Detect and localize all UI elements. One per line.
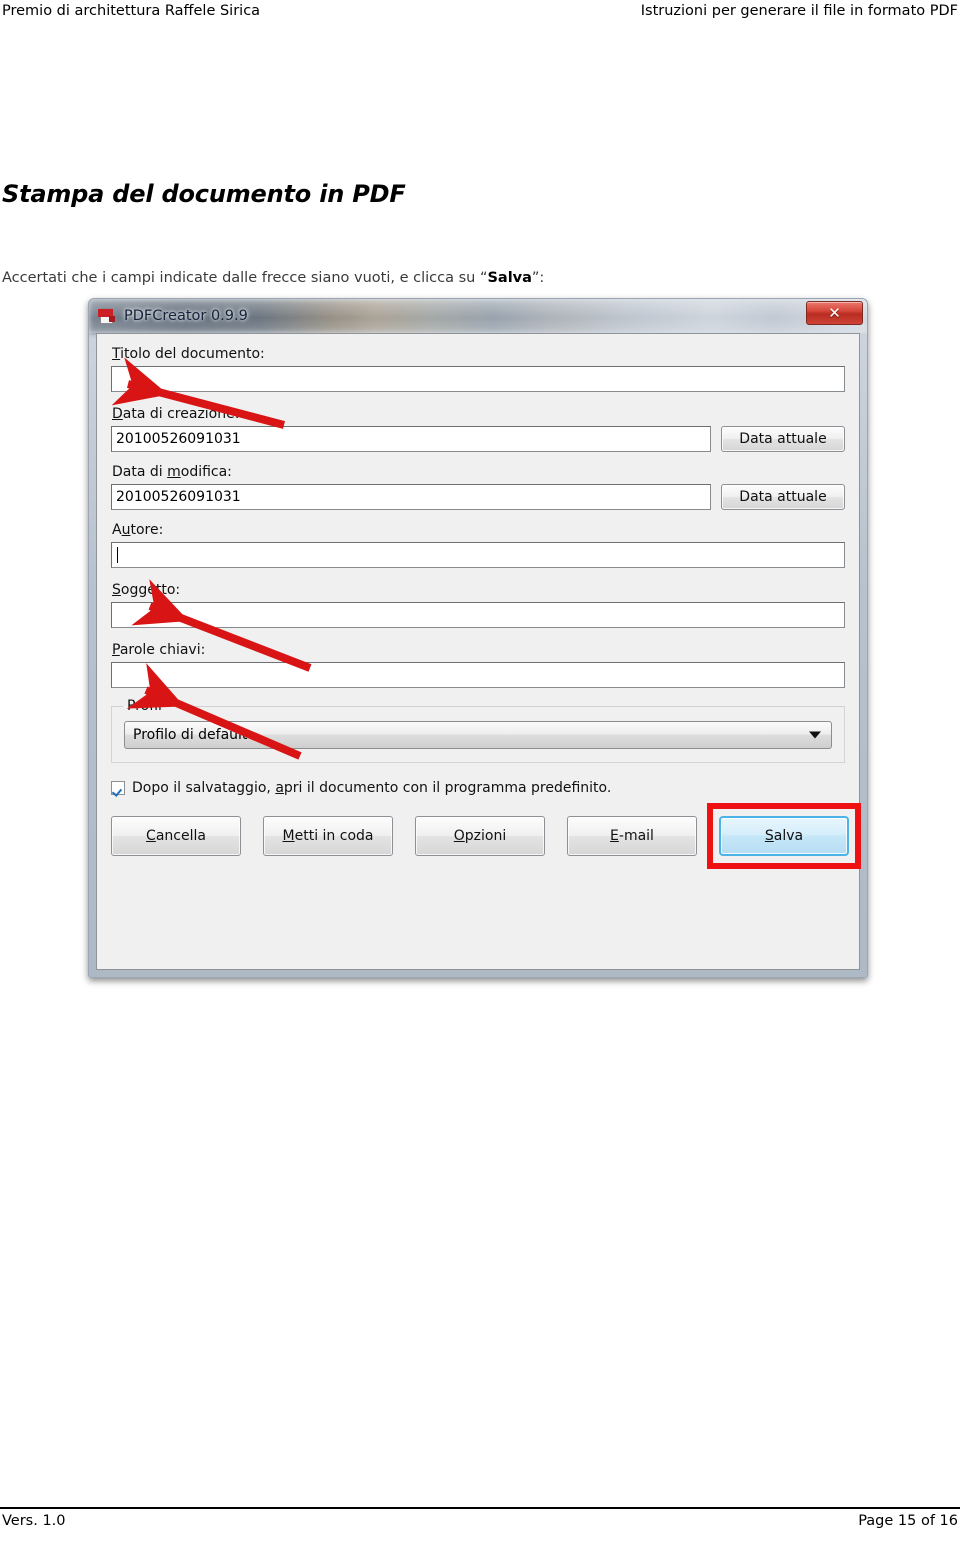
close-icon[interactable]: ✕ (806, 301, 863, 325)
chevron-down-icon (809, 731, 821, 739)
label-autore: Autore: (112, 522, 845, 538)
text-caret (117, 547, 118, 563)
label-data-creazione-text: ata di creazione: (122, 406, 240, 422)
data-creazione-value: 20100526091031 (116, 431, 241, 447)
salva-button[interactable]: Salva (719, 816, 849, 856)
data-attuale-creazione-button[interactable]: Data attuale (721, 426, 845, 452)
profil-groupbox: Profil Profilo di default (111, 698, 845, 763)
header-right-text: Istruzioni per generare il file in forma… (640, 3, 958, 19)
label-titolo-text: itolo del documento: (120, 346, 265, 362)
cancella-label: ancella (155, 828, 206, 844)
open-after-save-label-accel: a (275, 780, 284, 796)
cancella-accel: C (146, 828, 156, 844)
label-autore-prefix: A (112, 522, 122, 538)
data-attuale-modifica-button[interactable]: Data attuale (721, 484, 845, 510)
profile-select-value: Profilo di default (133, 727, 248, 743)
window-frame: PDFCreator 0.9.9 ✕ Titolo del documento:… (88, 298, 868, 978)
dialog-client-area: Titolo del documento: Data di creazione:… (96, 333, 861, 970)
salva-accel: S (764, 828, 774, 844)
profile-select[interactable]: Profilo di default (124, 721, 832, 749)
label-data-creazione-accel: D (112, 406, 123, 422)
label-titolo: Titolo del documento: (112, 346, 845, 362)
label-data-modifica-accel: m (167, 464, 181, 480)
email-label: -mail (618, 828, 654, 844)
label-titolo-accel: T (112, 346, 121, 362)
open-after-save-label: Dopo il salvataggio, apri il documento c… (132, 780, 611, 796)
soggetto-input[interactable] (111, 602, 845, 628)
email-button[interactable]: E-mail (567, 816, 697, 856)
label-data-modifica-text: odifica: (180, 464, 232, 480)
profil-groupbox-legend: Profil (123, 698, 166, 714)
footer-divider (0, 1507, 960, 1509)
open-after-save-checkbox[interactable] (111, 781, 125, 795)
email-accel: E (610, 828, 619, 844)
page-title: Stampa del documento in PDF (2, 180, 406, 209)
intro-text-before: Accertati che i campi indicate dalle fre… (2, 269, 488, 286)
label-data-creazione: Data di creazione: (112, 406, 845, 422)
label-parole-chiavi: Parole chiavi: (112, 642, 845, 658)
footer-version: Vers. 1.0 (2, 1513, 66, 1529)
pdfcreator-dialog-screenshot: PDFCreator 0.9.9 ✕ Titolo del documento:… (88, 298, 868, 978)
intro-text-after: ”: (531, 269, 545, 286)
open-after-save-label-prefix: Dopo il salvataggio, (132, 780, 276, 796)
metti-in-coda-label: etti in coda (294, 828, 374, 844)
data-modifica-row: 20100526091031 Data attuale (111, 484, 845, 510)
cancella-button[interactable]: Cancella (111, 816, 241, 856)
page-footer: Vers. 1.0 Page 15 of 16 (0, 1501, 960, 1561)
salva-button-wrapper: Salva (707, 803, 861, 869)
metti-in-coda-accel: M (282, 828, 295, 844)
pdf-document-icon (98, 307, 116, 325)
parole-chiavi-input[interactable] (111, 662, 845, 688)
title-bar[interactable]: PDFCreator 0.9.9 ✕ (89, 299, 867, 333)
data-modifica-input[interactable]: 20100526091031 (111, 484, 711, 510)
header-left-text: Premio di architettura Raffele Sirica (2, 3, 261, 19)
label-data-modifica-prefix: Data di (112, 464, 168, 480)
label-soggetto-text: oggetto: (120, 582, 181, 598)
data-modifica-value: 20100526091031 (116, 489, 241, 505)
salva-label: alva (773, 828, 804, 844)
window-title: PDFCreator 0.9.9 (124, 308, 248, 324)
opzioni-label: pzioni (464, 828, 507, 844)
titolo-input[interactable] (111, 366, 845, 392)
data-creazione-row: 20100526091031 Data attuale (111, 426, 845, 452)
label-soggetto-accel: S (112, 582, 121, 598)
open-after-save-label-suffix: pri il documento con il programma predef… (283, 780, 612, 796)
opzioni-accel: O (453, 828, 465, 844)
label-parole-chiavi-text: arole chiavi: (119, 642, 206, 658)
label-autore-text: tore: (130, 522, 164, 538)
open-after-save-row[interactable]: Dopo il salvataggio, apri il documento c… (111, 780, 845, 796)
label-data-modifica: Data di modifica: (112, 464, 845, 480)
data-creazione-input[interactable]: 20100526091031 (111, 426, 711, 452)
intro-text-bold: Salva (487, 269, 532, 286)
footer-page-number: Page 15 of 16 (858, 1513, 958, 1529)
page-header: Premio di architettura Raffele Sirica Is… (0, 0, 960, 30)
dialog-button-bar: Cancella Metti in coda Opzioni E-mail Sa… (111, 803, 861, 869)
autore-input[interactable] (111, 542, 845, 568)
label-soggetto: Soggetto: (112, 582, 845, 598)
metti-in-coda-button[interactable]: Metti in coda (263, 816, 393, 856)
opzioni-button[interactable]: Opzioni (415, 816, 545, 856)
intro-paragraph: Accertati che i campi indicate dalle fre… (2, 270, 544, 286)
label-parole-chiavi-accel: P (112, 642, 120, 658)
